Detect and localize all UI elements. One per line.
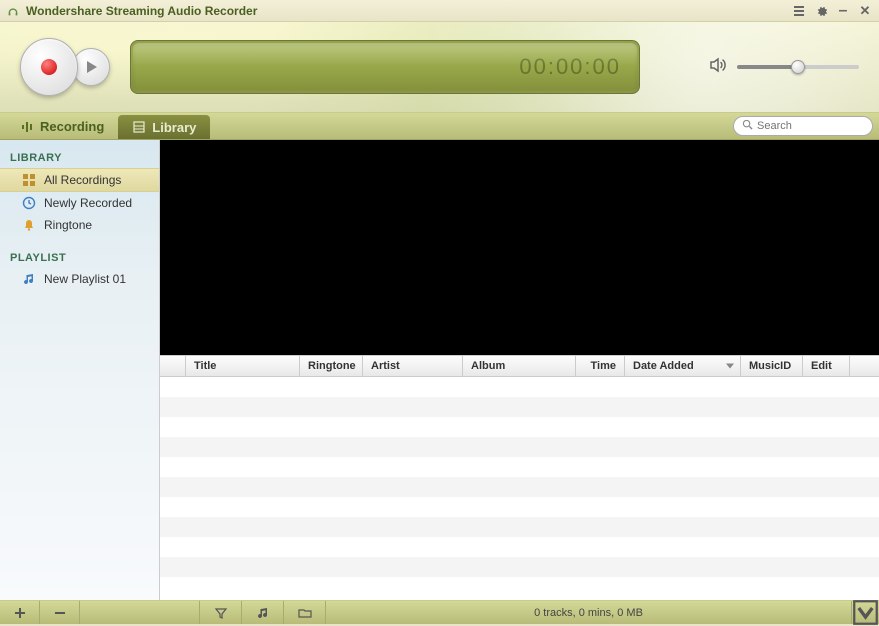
table-row: [160, 377, 879, 397]
preview-panel: [160, 140, 879, 355]
music-icon: [22, 272, 36, 286]
remove-button[interactable]: [40, 601, 80, 624]
record-controls: [20, 38, 110, 96]
sidebar-item-label: Ringtone: [44, 218, 92, 232]
status-text: 0 tracks, 0 mins, 0 MB: [326, 601, 851, 624]
play-icon: [87, 61, 97, 73]
collapse-button[interactable]: [851, 601, 879, 624]
sidebar-item-label: All Recordings: [44, 173, 121, 187]
table-row: [160, 497, 879, 517]
table-row: [160, 477, 879, 497]
volume-thumb[interactable]: [791, 60, 805, 74]
column-checkbox[interactable]: [160, 356, 186, 376]
list-icon[interactable]: [791, 3, 807, 19]
filter-button[interactable]: [200, 601, 242, 624]
titlebar: Wondershare Streaming Audio Recorder – ✕: [0, 0, 879, 22]
lcd-display: 00:00:00: [130, 40, 640, 94]
tab-recording[interactable]: Recording: [6, 113, 118, 139]
content-area: Title Ringtone Artist Album Time Date Ad…: [160, 140, 879, 600]
search-icon: [742, 119, 753, 133]
sidebar-section-playlist: PLAYLIST: [0, 246, 159, 268]
folder-button[interactable]: [284, 601, 326, 624]
bell-icon: [22, 218, 36, 232]
statusbar: 0 tracks, 0 mins, 0 MB: [0, 600, 879, 624]
table-row: [160, 397, 879, 417]
statusbar-gap: [80, 601, 200, 624]
music-note-button[interactable]: [242, 601, 284, 624]
sidebar-item-label: Newly Recorded: [44, 196, 132, 210]
close-button[interactable]: ✕: [857, 3, 873, 19]
record-icon: [41, 59, 57, 75]
app-icon: [6, 4, 20, 18]
record-button[interactable]: [20, 38, 78, 96]
column-ringtone[interactable]: Ringtone: [300, 356, 363, 376]
search-input[interactable]: [757, 120, 879, 132]
app-title: Wondershare Streaming Audio Recorder: [26, 4, 257, 18]
gear-icon[interactable]: [813, 3, 829, 19]
clock-icon: [22, 196, 36, 210]
column-artist[interactable]: Artist: [363, 356, 463, 376]
lcd-time: 00:00:00: [519, 54, 621, 80]
table-row: [160, 417, 879, 437]
table-header: Title Ringtone Artist Album Time Date Ad…: [160, 355, 879, 377]
column-edit[interactable]: Edit: [803, 356, 850, 376]
table-body: [160, 377, 879, 600]
table-row: [160, 557, 879, 577]
sidebar-item-newly-recorded[interactable]: Newly Recorded: [0, 192, 159, 214]
volume-slider[interactable]: [737, 65, 859, 69]
table-row: [160, 437, 879, 457]
header-panel: 00:00:00: [0, 22, 879, 112]
minimize-button[interactable]: –: [835, 3, 851, 19]
sidebar-section-library: LIBRARY: [0, 146, 159, 168]
column-date-added[interactable]: Date Added: [625, 356, 741, 376]
table-row: [160, 457, 879, 477]
sidebar-item-label: New Playlist 01: [44, 272, 126, 286]
column-album[interactable]: Album: [463, 356, 576, 376]
grid-icon: [22, 173, 36, 187]
sidebar-item-all-recordings[interactable]: All Recordings: [0, 168, 159, 192]
column-musicid[interactable]: MusicID: [741, 356, 803, 376]
tab-library[interactable]: Library: [118, 115, 210, 139]
tabbar: Recording Library: [0, 112, 879, 140]
column-filler: [850, 356, 879, 376]
main-area: LIBRARY All Recordings Newly Recorded Ri…: [0, 140, 879, 600]
sidebar: LIBRARY All Recordings Newly Recorded Ri…: [0, 140, 160, 600]
table-row: [160, 517, 879, 537]
add-button[interactable]: [0, 601, 40, 624]
speaker-icon: [709, 56, 727, 79]
sidebar-item-playlist-01[interactable]: New Playlist 01: [0, 268, 159, 290]
tab-library-label: Library: [152, 120, 196, 135]
volume-control: [709, 56, 859, 79]
tab-recording-label: Recording: [40, 119, 104, 134]
table-row: [160, 537, 879, 557]
sidebar-item-ringtone[interactable]: Ringtone: [0, 214, 159, 236]
search-box[interactable]: [733, 116, 873, 136]
column-time[interactable]: Time: [576, 356, 625, 376]
column-title[interactable]: Title: [186, 356, 300, 376]
